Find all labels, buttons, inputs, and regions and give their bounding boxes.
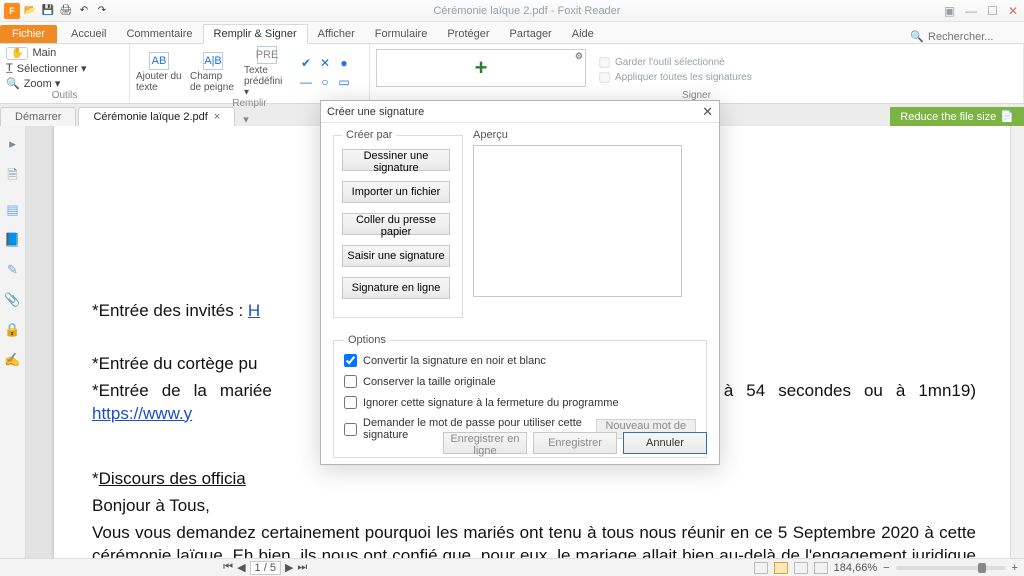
create-by-legend: Créer par <box>342 129 396 141</box>
preview-box <box>473 145 682 297</box>
online-signature-button[interactable]: Signature en ligne <box>342 277 450 299</box>
paste-clipboard-button[interactable]: Coller du presse papier <box>342 213 450 235</box>
create-signature-dialog: Créer une signature ✕ Créer par Dessiner… <box>320 100 720 465</box>
preview-label: Aperçu <box>473 129 682 141</box>
dialog-close-icon[interactable]: ✕ <box>702 104 713 120</box>
opt-discard-on-close[interactable]: Ignorer cette signature à la fermeture d… <box>344 396 696 409</box>
dialog-title: Créer une signature <box>327 106 424 118</box>
opt-convert-bw[interactable]: Convertir la signature en noir et blanc <box>344 354 696 367</box>
cancel-button[interactable]: Annuler <box>623 432 707 454</box>
modal-layer: Créer une signature ✕ Créer par Dessiner… <box>0 0 1024 576</box>
type-signature-button[interactable]: Saisir une signature <box>342 245 450 267</box>
options-legend: Options <box>344 334 390 346</box>
save-online-button: Enregistrer en ligne <box>443 432 527 454</box>
dialog-titlebar: Créer une signature ✕ <box>321 101 719 123</box>
save-button: Enregistrer <box>533 432 617 454</box>
opt-keep-size[interactable]: Conserver la taille originale <box>344 375 696 388</box>
import-file-button[interactable]: Importer un fichier <box>342 181 450 203</box>
draw-signature-button[interactable]: Dessiner une signature <box>342 149 450 171</box>
